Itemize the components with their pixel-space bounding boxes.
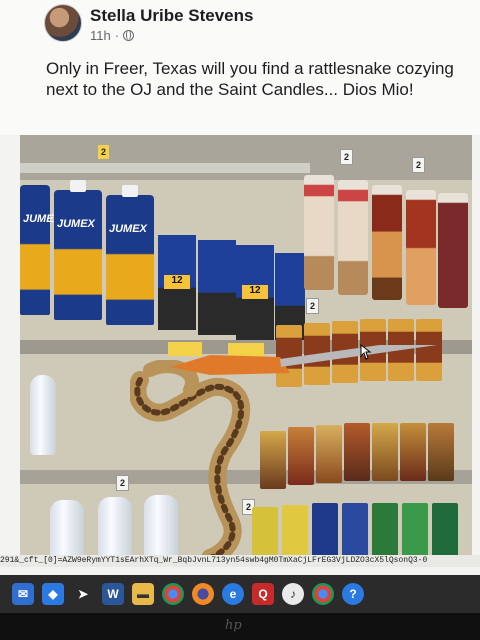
saint-candle [338, 180, 368, 295]
dropbox-icon[interactable]: ◆ [42, 583, 64, 605]
water-bottle [98, 497, 132, 560]
juice-pack: 12 [158, 235, 196, 330]
rattlesnake [130, 360, 251, 560]
avatar[interactable] [44, 4, 82, 42]
post-time[interactable]: 11h [90, 28, 111, 43]
juice-label: JUMEX [57, 218, 95, 230]
post-meta: 11h · [90, 28, 135, 43]
saint-candle [438, 193, 468, 308]
saint-candle [406, 190, 436, 305]
meta-separator: · [114, 28, 120, 43]
status-url: 291&_cft_[0]=AZW9eRymYYT1sEArhXTq_Wr_Bqb… [0, 555, 480, 567]
candle [312, 503, 338, 560]
music-icon[interactable]: ♪ [282, 583, 304, 605]
browser-window: Stella Uribe Stevens 11h · Only in Freer… [0, 0, 480, 575]
post-header: Stella Uribe Stevens 11h · Only in Freer… [0, 0, 480, 135]
chrome2-icon[interactable] [312, 583, 334, 605]
juice-label: JUMEX [109, 223, 147, 235]
saint-candle [372, 185, 402, 300]
juice-pack: 12 [236, 245, 274, 340]
pack-count: 12 [242, 285, 268, 299]
shelf-top [20, 135, 472, 180]
candle [400, 423, 426, 481]
candle [282, 505, 308, 560]
pack-count: 12 [164, 275, 190, 289]
help-icon[interactable]: ? [342, 583, 364, 605]
water-bottle [30, 375, 56, 455]
cursor-app-icon[interactable]: ➤ [72, 583, 94, 605]
carton-cap [122, 185, 138, 197]
ie-icon[interactable]: e [222, 583, 244, 605]
price-tag: 2 [412, 157, 426, 173]
candle [372, 423, 398, 481]
post-author[interactable]: Stella Uribe Stevens [90, 6, 253, 26]
candle [344, 423, 370, 481]
mail-icon[interactable]: ✉ [12, 583, 34, 605]
juice-carton: JUMEX [20, 185, 61, 315]
water-bottle [50, 500, 84, 560]
juice-carton: JUMEX [106, 185, 154, 325]
candle [432, 503, 458, 560]
price-tag: 2 [340, 149, 354, 165]
post-caption: Only in Freer, Texas will you find a rat… [46, 59, 454, 99]
candle [372, 503, 398, 560]
candle [288, 427, 314, 485]
shelf-lip [20, 163, 310, 173]
price-tag: 2 [116, 475, 130, 491]
globe-icon[interactable] [123, 30, 135, 41]
price-tag: 2 [98, 145, 110, 159]
monitor-brand: hp [225, 618, 242, 633]
candle [428, 423, 454, 481]
post-photo[interactable]: 2 2 2 JUMEX JUMEX JUMEX 12 12 2 2 2 [20, 135, 472, 560]
word-icon[interactable]: W [102, 583, 124, 605]
taskbar: ✉ ◆ ➤ W ▬ e Q ♪ ? [0, 575, 480, 613]
candle [402, 503, 428, 560]
candle [342, 503, 368, 560]
folder-icon[interactable]: ▬ [132, 583, 154, 605]
juice-pack [198, 240, 236, 335]
juice-carton: JUMEX [54, 180, 102, 320]
candle [316, 425, 342, 483]
saint-candle [304, 175, 334, 290]
mouse-cursor [360, 344, 372, 360]
chrome-icon[interactable] [162, 583, 184, 605]
firefox-icon[interactable] [192, 583, 214, 605]
price-tag: 2 [306, 298, 320, 314]
carton-cap [70, 180, 86, 192]
quicken-icon[interactable]: Q [252, 583, 274, 605]
snake-tongs [170, 345, 460, 375]
